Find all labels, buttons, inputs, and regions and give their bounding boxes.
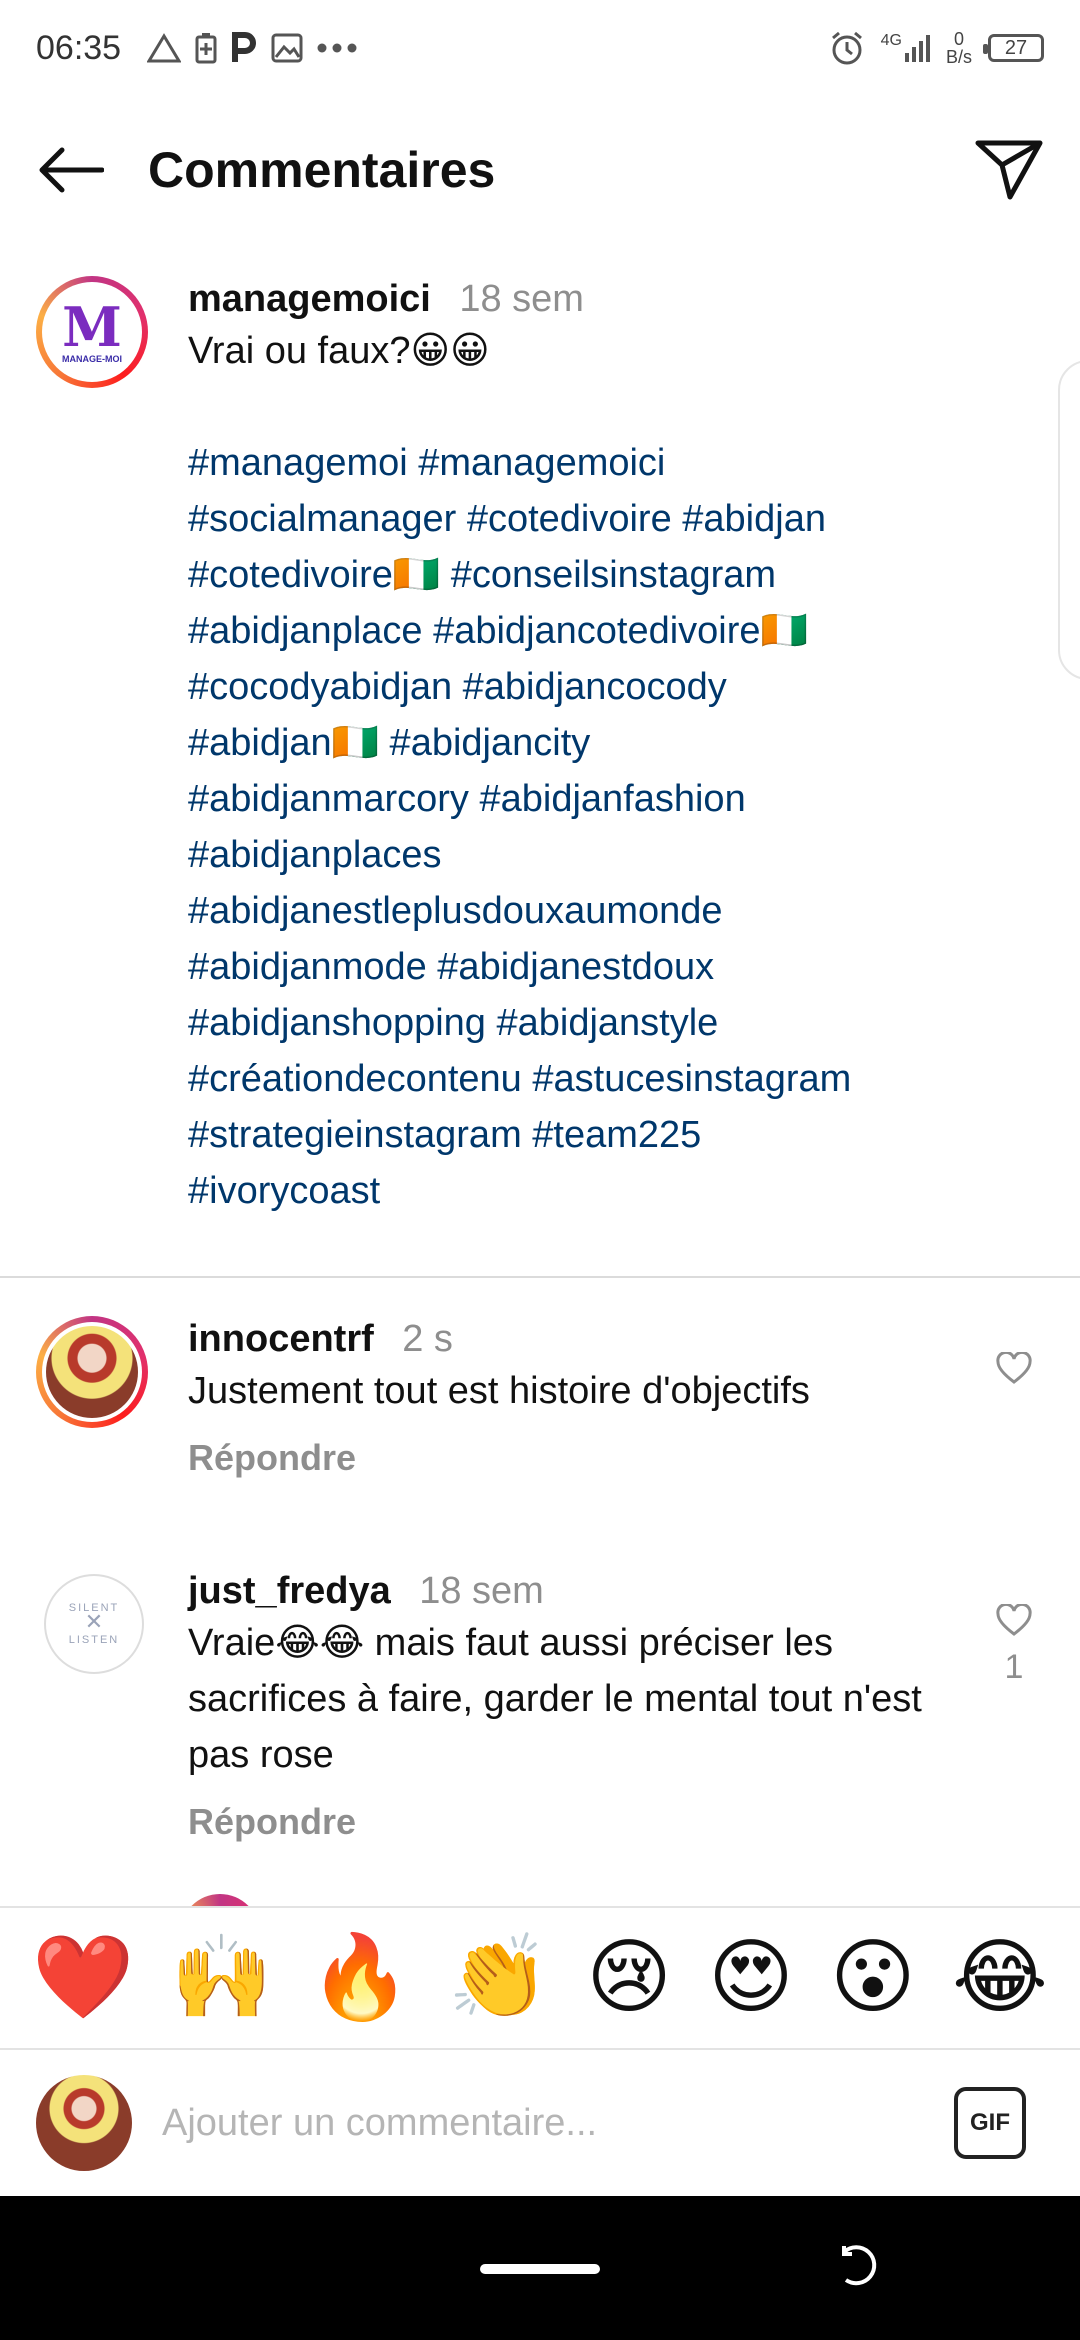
comments-screen: 06:35 4G 0 B/s 27 Commentaires M MANAGE-… bbox=[0, 0, 1080, 2340]
caption-time: 18 sem bbox=[459, 278, 584, 320]
send-icon[interactable] bbox=[974, 139, 1044, 201]
comment-username[interactable]: just_fredya bbox=[188, 1570, 391, 1612]
avatar-photo bbox=[46, 1326, 138, 1418]
network-rate-unit: B/s bbox=[945, 47, 972, 67]
network-type: 4G bbox=[880, 32, 902, 49]
comment-time: 18 sem bbox=[419, 1570, 544, 1612]
caption-avatar-inner: M MANAGE-MOI bbox=[42, 282, 142, 382]
caption-username[interactable]: managemoici bbox=[188, 278, 431, 320]
battery-saver-icon bbox=[195, 33, 217, 64]
network-rate: 0 B/s bbox=[946, 30, 972, 66]
emoji-fire[interactable]: 🔥 bbox=[309, 1937, 411, 2019]
emoji-heart[interactable]: ❤️ bbox=[32, 1937, 134, 2019]
warning-icon bbox=[147, 33, 182, 63]
emoji-crying[interactable]: 😢 bbox=[586, 1937, 671, 2019]
app-header: Commentaires bbox=[0, 110, 1080, 230]
page-title: Commentaires bbox=[148, 142, 496, 198]
emoji-heart-eyes[interactable]: 😍 bbox=[708, 1937, 793, 2019]
current-user-avatar bbox=[36, 2075, 132, 2171]
emoji-raised-hands[interactable]: 🙌 bbox=[171, 1937, 273, 2019]
comment-text: Justement tout est histoire d'objectifs bbox=[188, 1370, 810, 1412]
divider bbox=[0, 1276, 1080, 1278]
brand-logo-letter: M bbox=[62, 295, 122, 359]
emoji-clap[interactable]: 👏 bbox=[448, 1937, 550, 2019]
comment-text: Vraie😂😂 mais faut aussi préciser les sac… bbox=[188, 1622, 922, 1776]
comment-like-button[interactable]: 1 bbox=[996, 1604, 1032, 1687]
gallery-icon bbox=[271, 33, 303, 63]
caption-text: Vrai ou faux?😀😀 bbox=[188, 330, 490, 372]
gif-button[interactable]: GIF bbox=[954, 2087, 1026, 2159]
brand-logo-text: MANAGE-MOI bbox=[62, 354, 122, 364]
comment-compose-bar: Ajouter un commentaire... GIF bbox=[0, 2052, 1080, 2194]
rotate-screen-icon[interactable] bbox=[836, 2242, 884, 2290]
gif-label: GIF bbox=[970, 2109, 1010, 2136]
signal-icon: 4G bbox=[881, 33, 930, 63]
avatar-logo-line-2: LISTEN bbox=[68, 1634, 120, 1646]
alarm-icon bbox=[831, 31, 862, 65]
crossed-lines-icon: ✕ bbox=[84, 1609, 104, 1634]
caption-hashtags[interactable]: #managemoi #managemoici #socialmanager #… bbox=[188, 435, 1008, 1219]
comment-item: innocentrf 2 s Justement tout est histoi… bbox=[188, 1318, 968, 1479]
emoji-surprised[interactable]: 😮 bbox=[830, 1937, 915, 2019]
comment-avatar[interactable] bbox=[36, 1316, 148, 1428]
comment-like-button[interactable] bbox=[996, 1352, 1032, 1384]
comment-avatar-inner bbox=[42, 1322, 142, 1422]
avatar-logo: SILENT ✕ LISTEN bbox=[69, 1601, 120, 1647]
comment-header: just_fredya 18 sem bbox=[188, 1570, 968, 1613]
heart-outline-icon bbox=[996, 1604, 1032, 1636]
caption-avatar[interactable]: M MANAGE-MOI bbox=[36, 276, 148, 388]
caption-block: managemoici 18 sem Vrai ou faux?😀😀 #mana… bbox=[188, 278, 1008, 1219]
comment-time: 2 s bbox=[402, 1318, 453, 1360]
heart-outline-icon bbox=[996, 1352, 1032, 1384]
network-rate-value: 0 bbox=[953, 29, 964, 49]
emoji-reaction-bar: ❤️ 🙌 🔥 👏 😢 😍 😮 😂 bbox=[0, 1906, 1080, 2050]
comment-avatar[interactable]: SILENT ✕ LISTEN bbox=[44, 1574, 144, 1674]
system-nav-bar bbox=[0, 2196, 1080, 2340]
comment-header: innocentrf 2 s bbox=[188, 1318, 968, 1361]
home-gesture-handle[interactable] bbox=[480, 2264, 600, 2274]
battery-icon: 27 bbox=[983, 34, 1044, 62]
like-count: 1 bbox=[1004, 1648, 1024, 1686]
reply-button[interactable]: Répondre bbox=[188, 1801, 968, 1843]
comment-item: just_fredya 18 sem Vraie😂😂 mais faut aus… bbox=[188, 1570, 968, 1843]
status-system-icons: 4G 0 B/s 27 bbox=[829, 30, 1044, 66]
comment-username[interactable]: innocentrf bbox=[188, 1318, 374, 1360]
status-notification-icons bbox=[147, 32, 357, 64]
parking-icon bbox=[232, 32, 257, 62]
caption-header: managemoici 18 sem bbox=[188, 278, 1008, 321]
comment-input[interactable]: Ajouter un commentaire... bbox=[162, 2102, 954, 2145]
edge-card bbox=[1058, 360, 1080, 680]
back-arrow-icon[interactable] bbox=[36, 146, 104, 194]
brand-logo: M MANAGE-MOI bbox=[62, 300, 122, 364]
battery-level: 27 bbox=[1004, 36, 1028, 59]
status-time: 06:35 bbox=[36, 28, 122, 67]
reply-button[interactable]: Répondre bbox=[188, 1437, 968, 1479]
emoji-laughing[interactable]: 😂 bbox=[952, 1937, 1048, 2019]
status-bar: 06:35 4G 0 B/s 27 bbox=[0, 0, 1080, 96]
more-notifications-icon bbox=[317, 43, 357, 53]
